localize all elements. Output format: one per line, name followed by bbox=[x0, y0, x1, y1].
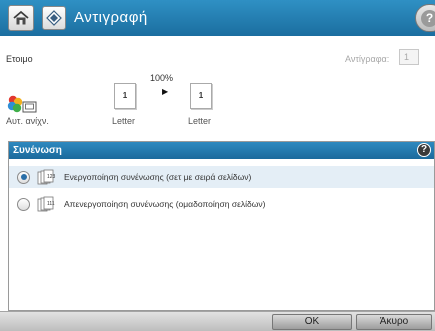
option-collate-off[interactable]: 111 Απενεργοποίηση συνένωσης (ομαδοποίησ… bbox=[9, 193, 434, 215]
status-text: Ετοιμο bbox=[6, 54, 33, 64]
arrow-right-icon: ▶ bbox=[162, 87, 169, 96]
auto-detect-color-icon[interactable] bbox=[6, 94, 38, 116]
option-collate-on[interactable]: 123 Ενεργοποίηση συνένωσης (σετ με σειρά… bbox=[9, 166, 434, 188]
grouped-pages-icon: 111 bbox=[37, 196, 55, 212]
svg-text:123: 123 bbox=[47, 174, 56, 180]
panel-title: Συνένωση bbox=[13, 145, 62, 156]
collate-panel: Συνένωση ? 123 Ενεργοποίηση συνένωσης (σ… bbox=[8, 141, 435, 311]
output-size-label: Letter bbox=[188, 116, 212, 126]
output-page-icon[interactable]: 1 bbox=[190, 83, 212, 109]
auto-detect-label: Αυτ. ανίχν. bbox=[6, 116, 49, 126]
copy-app-icon bbox=[42, 6, 66, 30]
collated-pages-icon: 123 bbox=[37, 169, 56, 185]
zoom-level: 100% bbox=[150, 73, 174, 83]
radio-button[interactable] bbox=[17, 170, 30, 184]
help-button[interactable]: ? bbox=[415, 4, 435, 32]
help-icon: ? bbox=[421, 9, 435, 27]
copies-input[interactable]: 1 bbox=[399, 49, 419, 65]
panel-help-icon[interactable]: ? bbox=[417, 143, 431, 157]
panel-header: Συνένωση ? bbox=[9, 142, 434, 159]
copy-diamond-icon bbox=[46, 10, 62, 26]
bottom-bar: OK Άκυρο bbox=[0, 311, 435, 331]
option-label: Απενεργοποίηση συνένωσης (ομαδοποίηση σε… bbox=[64, 199, 266, 209]
home-icon bbox=[13, 10, 29, 25]
option-label: Ενεργοποίηση συνένωσης (σετ με σειρά σελ… bbox=[64, 172, 252, 182]
source-size-label: Letter bbox=[112, 116, 136, 126]
radio-selected-dot bbox=[20, 174, 27, 180]
source-page-icon[interactable]: 1 bbox=[114, 83, 136, 109]
page-title: Αντιγραφή bbox=[74, 9, 148, 26]
ok-button[interactable]: OK bbox=[272, 314, 352, 330]
svg-text:111: 111 bbox=[47, 201, 55, 207]
home-button[interactable] bbox=[8, 5, 34, 31]
copies-label: Αντίγραφα: bbox=[345, 54, 390, 64]
cancel-button[interactable]: Άκυρο bbox=[356, 314, 432, 330]
radio-button[interactable] bbox=[17, 197, 30, 211]
title-bar: Αντιγραφή ? bbox=[0, 0, 435, 36]
